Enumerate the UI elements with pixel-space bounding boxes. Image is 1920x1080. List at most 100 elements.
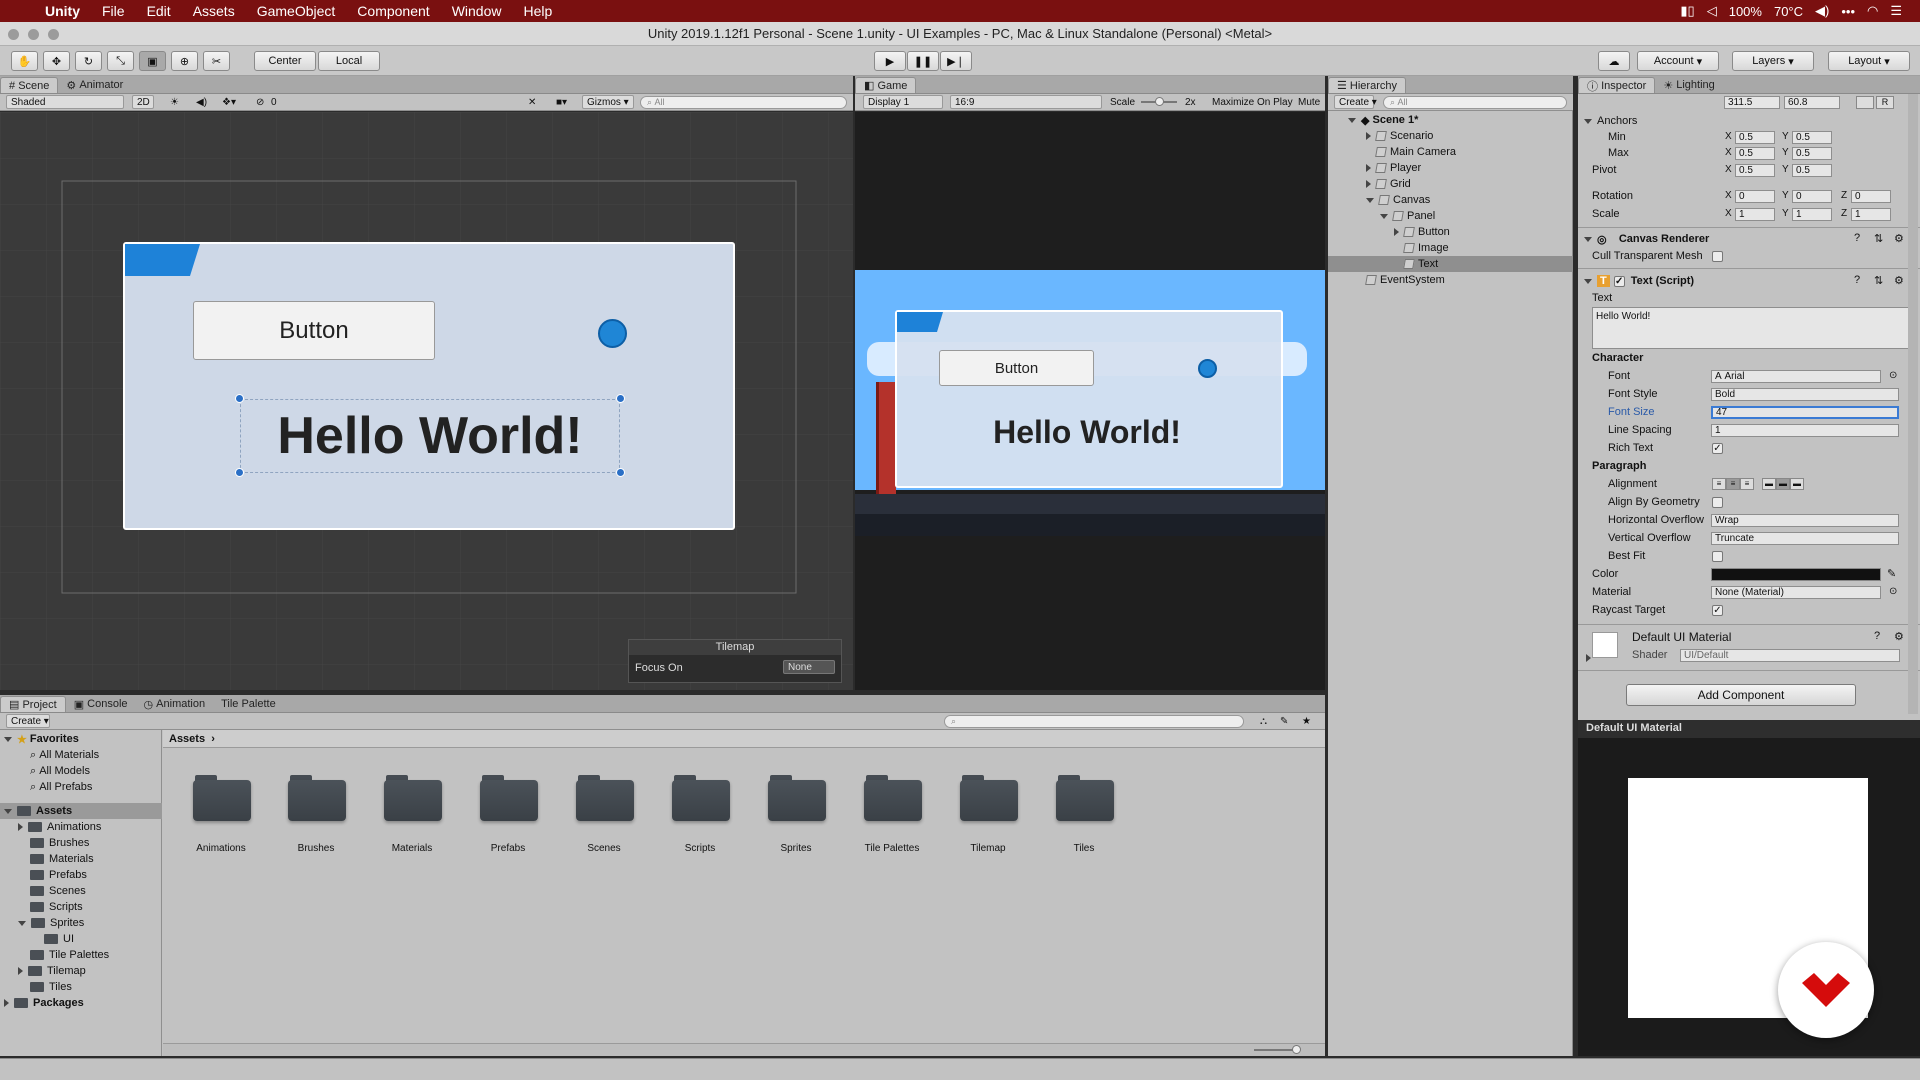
hierarchy-item-button[interactable]: Button [1328, 224, 1573, 240]
expand-triangle-icon[interactable] [1366, 132, 1371, 140]
rect-handle-bottom-right[interactable] [616, 468, 625, 477]
preset-icon[interactable]: ⇅ [1874, 232, 1883, 245]
align-right-button[interactable]: ≡ [1740, 478, 1754, 490]
scale-y-field[interactable]: 1 [1792, 208, 1832, 221]
object-picker-icon[interactable]: ⊙ [1889, 370, 1897, 381]
expand-triangle-icon[interactable] [18, 967, 23, 975]
maximize-on-play-toggle[interactable]: Maximize On Play [1212, 97, 1293, 108]
tree-folder-ui[interactable]: UI [44, 931, 74, 947]
expand-triangle-icon[interactable] [1348, 117, 1356, 123]
expand-triangle-icon[interactable] [18, 920, 26, 926]
rotation-x-field[interactable]: 0 [1735, 190, 1775, 203]
layout-dropdown[interactable]: Layout ▾ [1828, 51, 1910, 71]
effects-dropdown-icon[interactable]: ❖▾ [222, 97, 236, 108]
tab-game[interactable]: ◧ Game [855, 77, 917, 93]
add-component-button[interactable]: Add Component [1626, 684, 1856, 706]
favorite-all-models[interactable]: ⌕ All Models [30, 763, 90, 779]
zoom-window-button[interactable] [48, 29, 59, 40]
tab-animation[interactable]: ◷ Animation [136, 696, 214, 712]
tab-tile-palette[interactable]: Tile Palette [213, 696, 284, 712]
rect-handle-top-left[interactable] [235, 394, 244, 403]
pause-button[interactable]: ❚❚ [907, 51, 939, 71]
custom-tool-button[interactable]: ✂ [203, 51, 230, 71]
expand-triangle-icon[interactable] [1584, 118, 1592, 124]
audio-toggle-icon[interactable]: ◀) [196, 97, 207, 108]
hidden-objects-icon[interactable]: ⊘ [256, 97, 264, 108]
material-preview-header[interactable]: Default UI Material [1578, 720, 1920, 738]
mute-audio-toggle[interactable]: Mute [1298, 97, 1320, 108]
play-button[interactable]: ▶ [874, 51, 906, 71]
favorite-star-icon[interactable]: ★ [1302, 716, 1311, 727]
text-enabled-checkbox[interactable]: ✓ [1613, 275, 1625, 287]
hierarchy-item-main-camera[interactable]: Main Camera [1328, 144, 1573, 160]
project-search-input[interactable]: ⌕ [944, 714, 1244, 728]
rect-width-field[interactable]: 311.5 [1724, 96, 1780, 109]
align-center-button[interactable]: ≡ [1726, 478, 1740, 490]
material-field[interactable]: None (Material) [1711, 586, 1881, 599]
material-preview-area[interactable] [1578, 738, 1920, 1056]
icon-size-slider-thumb[interactable] [1292, 1045, 1301, 1054]
anchor-min-y-field[interactable]: 0.5 [1792, 131, 1832, 144]
shading-mode-dropdown[interactable]: Shaded [6, 95, 124, 109]
menu-component[interactable]: Component [346, 3, 440, 19]
rect-tool-button[interactable]: ▣ [139, 51, 166, 71]
help-icon[interactable]: ? [1854, 232, 1860, 244]
folder-materials[interactable] [384, 775, 442, 821]
hierarchy-item-canvas[interactable]: Canvas [1328, 192, 1573, 208]
expand-triangle-icon[interactable] [1366, 180, 1371, 188]
hierarchy-item-scenario[interactable]: Scenario [1328, 128, 1573, 144]
folder-scenes[interactable] [576, 775, 634, 821]
expand-triangle-icon[interactable] [1584, 236, 1592, 242]
menu-list-icon[interactable]: ☰ [1890, 3, 1902, 19]
v-overflow-dropdown[interactable]: Truncate [1711, 532, 1899, 545]
packages-root-row[interactable]: Packages [4, 995, 84, 1011]
align-top-button[interactable]: ▬ [1762, 478, 1776, 490]
transform-tool-button[interactable]: ⊕ [171, 51, 198, 71]
layers-dropdown[interactable]: Layers ▾ [1732, 51, 1814, 71]
menu-help[interactable]: Help [512, 3, 563, 19]
tab-console[interactable]: ▣ Console [66, 696, 136, 712]
inspector-scrollbar[interactable] [1908, 94, 1918, 714]
component-settings-icon[interactable]: ⚙ [1894, 630, 1904, 643]
folder-scripts[interactable] [672, 775, 730, 821]
folder-animations[interactable] [193, 775, 251, 821]
game-viewport[interactable]: Button Hello World! [855, 112, 1325, 690]
text-script-header[interactable]: T ✓ Text (Script) [1578, 273, 1920, 289]
favorites-row[interactable]: ★ Favorites [4, 731, 79, 747]
menu-gameobject[interactable]: GameObject [246, 3, 347, 19]
expand-triangle-icon[interactable] [1584, 278, 1592, 284]
menu-edit[interactable]: Edit [136, 3, 182, 19]
object-picker-icon[interactable]: ⊙ [1889, 586, 1897, 597]
pivot-center-toggle[interactable]: Center [254, 51, 316, 71]
tab-scene[interactable]: # Scene [0, 77, 59, 93]
anchor-min-x-field[interactable]: 0.5 [1735, 131, 1775, 144]
hierarchy-item-player[interactable]: Player [1328, 160, 1573, 176]
pivot-y-field[interactable]: 0.5 [1792, 164, 1832, 177]
rect-height-field[interactable]: 60.8 [1784, 96, 1840, 109]
hierarchy-item-text[interactable]: Text [1328, 256, 1573, 272]
raw-edit-icon[interactable]: R [1876, 96, 1894, 109]
preset-icon[interactable]: ⇅ [1874, 274, 1883, 287]
rich-text-checkbox[interactable]: ✓ [1712, 443, 1723, 454]
step-button[interactable]: ▶❘ [940, 51, 972, 71]
text-content-textarea[interactable]: Hello World! [1592, 307, 1910, 349]
tab-inspector[interactable]: ⓘ Inspector [1578, 77, 1656, 93]
font-object-field[interactable]: A Arial [1711, 370, 1881, 383]
line-spacing-field[interactable]: 1 [1711, 424, 1899, 437]
expand-triangle-icon[interactable] [4, 736, 12, 742]
wifi-icon[interactable]: ◠ [1867, 3, 1878, 19]
toggle-2d-button[interactable]: 2D [132, 95, 154, 109]
hierarchy-item-panel[interactable]: Panel [1328, 208, 1573, 224]
expand-triangle-icon[interactable] [1394, 228, 1399, 236]
pivot-x-field[interactable]: 0.5 [1735, 164, 1775, 177]
hand-tool-button[interactable]: ✋ [11, 51, 38, 71]
rotation-y-field[interactable]: 0 [1792, 190, 1832, 203]
tree-folder-tile-palettes[interactable]: Tile Palettes [30, 947, 109, 963]
rect-handle-bottom-left[interactable] [235, 468, 244, 477]
camera-dropdown-icon[interactable]: ■▾ [556, 97, 567, 108]
expand-triangle-icon[interactable] [18, 823, 23, 831]
minimize-window-button[interactable] [28, 29, 39, 40]
tree-folder-sprites[interactable]: Sprites [18, 915, 84, 931]
focus-on-dropdown[interactable]: None [783, 660, 835, 674]
shader-dropdown[interactable]: UI/Default [1680, 649, 1900, 662]
